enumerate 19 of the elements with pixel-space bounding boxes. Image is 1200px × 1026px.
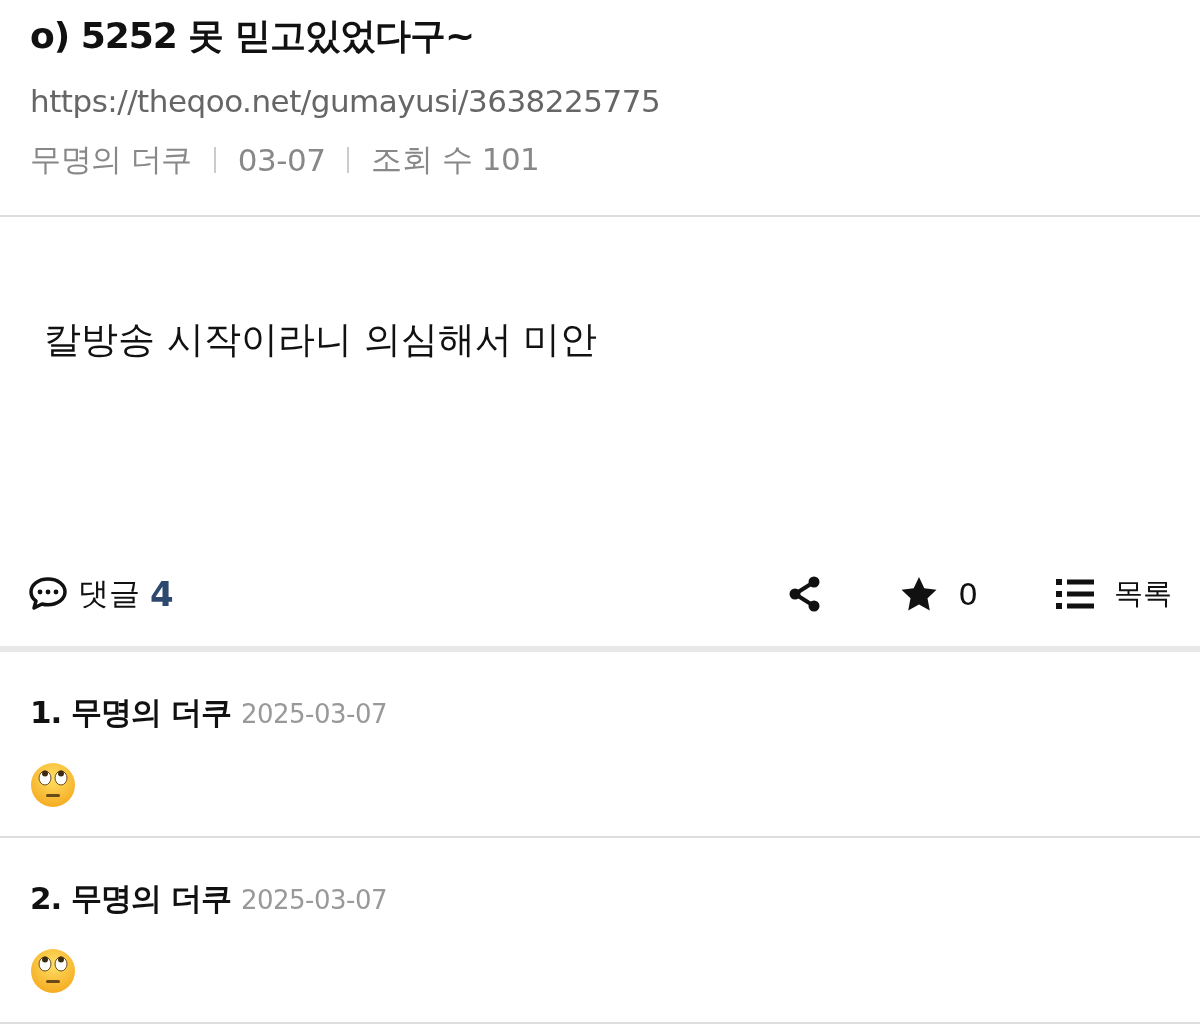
meta-text: 03-07 bbox=[237, 142, 326, 178]
post-title: o) 5252 못 믿고있었다구~ bbox=[30, 14, 476, 58]
meta-text: 무명의 더쿠 bbox=[30, 140, 192, 179]
star-icon[interactable] bbox=[900, 576, 939, 612]
post-url[interactable]: https://theqoo.net/gumayusi/3638225775 bbox=[30, 83, 1170, 119]
comment-author: 1. 무명의 더쿠 bbox=[30, 693, 231, 732]
comment-icon bbox=[28, 576, 68, 612]
list-label[interactable]: 목록 bbox=[1114, 574, 1172, 614]
list-icon[interactable] bbox=[1056, 579, 1094, 609]
emoji-icon bbox=[30, 762, 76, 808]
comments-label[interactable]: 댓글 bbox=[78, 573, 140, 615]
star-count: 0 bbox=[958, 576, 978, 612]
emoji-icon bbox=[30, 948, 76, 994]
comment-date: 2025-03-07 bbox=[240, 699, 388, 729]
meta-text: 조회 수 101 bbox=[371, 140, 540, 179]
post-body: 칼방송 시작이라니 의심해서 미안 bbox=[44, 318, 598, 361]
comments-count: 4 bbox=[150, 574, 174, 614]
comment-author: 2. 무명의 더쿠 bbox=[30, 879, 231, 918]
comment-date: 2025-03-07 bbox=[240, 885, 388, 915]
